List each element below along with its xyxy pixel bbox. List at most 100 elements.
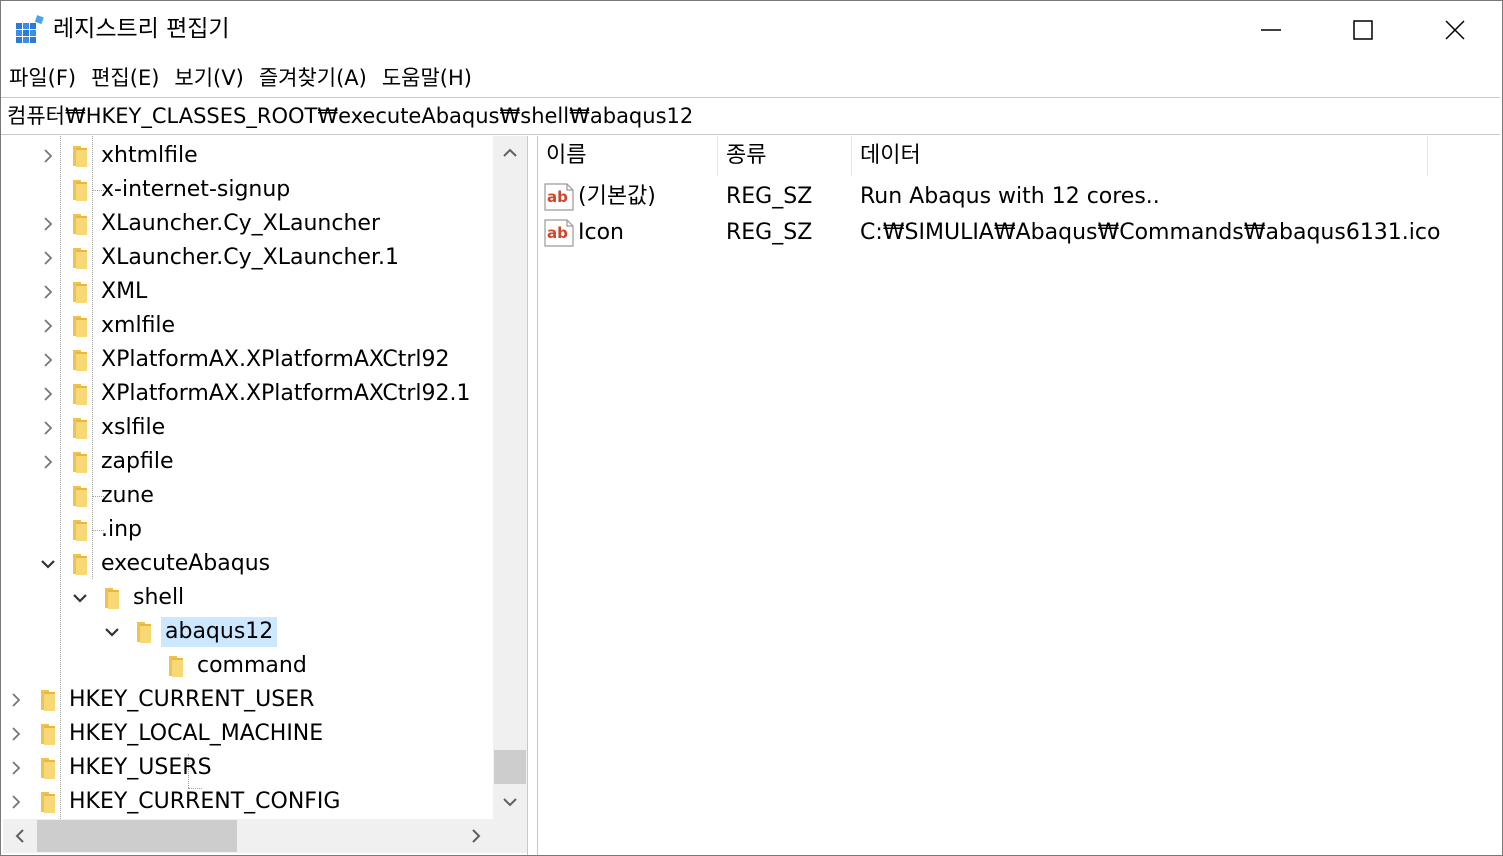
tree-item-label: HKEY_CURRENT_USER <box>69 687 315 712</box>
folder-icon <box>169 656 183 677</box>
tree-item[interactable]: HKEY_CURRENT_CONFIG <box>3 785 493 819</box>
tree-item[interactable]: command <box>3 649 493 683</box>
minimize-button[interactable] <box>1225 1 1317 59</box>
folder-icon <box>73 214 87 235</box>
tree-expander[interactable] <box>67 581 93 615</box>
minimize-icon <box>1261 29 1281 31</box>
tree-expander[interactable] <box>35 275 61 309</box>
tree-item[interactable]: xslfile <box>3 411 493 445</box>
tree-expander[interactable] <box>35 139 61 173</box>
column-header-type[interactable]: 종류 <box>718 136 852 176</box>
tree-item[interactable]: HKEY_CURRENT_USER <box>3 683 493 717</box>
chevron-right-icon <box>44 353 53 367</box>
title-bar[interactable]: 레지스트리 편집기 <box>1 1 1502 59</box>
tree-expander[interactable] <box>35 241 61 275</box>
tree-expander[interactable] <box>35 343 61 377</box>
chevron-right-icon <box>12 761 21 775</box>
tree-item[interactable]: HKEY_LOCAL_MACHINE <box>3 717 493 751</box>
close-button[interactable] <box>1409 1 1501 59</box>
tree-item[interactable]: XLauncher.Cy_XLauncher.1 <box>3 241 493 275</box>
tree-item-label: abaqus12 <box>161 617 278 647</box>
tree-expander[interactable] <box>35 377 61 411</box>
folder-icon <box>105 588 119 609</box>
chevron-left-icon <box>15 829 24 843</box>
tree-expander[interactable] <box>99 615 125 649</box>
folder-icon <box>73 452 87 473</box>
key-tree-pane: xhtmlfile x-internet-signup XLauncher.Cy_X… <box>3 136 528 855</box>
menu-favorites[interactable]: 즐겨찾기(A) <box>251 59 374 97</box>
tree-item[interactable]: x-internet-signup <box>3 173 493 207</box>
tree-expander[interactable] <box>3 683 29 717</box>
scroll-up-button[interactable] <box>493 138 527 168</box>
tree-expander[interactable] <box>35 309 61 343</box>
chevron-down-icon <box>105 628 119 637</box>
tree-expander[interactable] <box>35 445 61 479</box>
tree-item-label: shell <box>133 585 185 610</box>
column-header-data[interactable]: 데이터 <box>852 136 1428 176</box>
folder-icon <box>137 622 151 643</box>
svg-text:ab: ab <box>547 224 568 242</box>
folder-icon <box>73 520 87 541</box>
chevron-right-icon <box>12 693 21 707</box>
horizontal-scroll-thumb[interactable] <box>37 820 237 852</box>
value-row[interactable]: ab Icon REG_SZ C:₩SIMULIA₩Abaqus₩Command… <box>538 215 1498 251</box>
tree-item[interactable]: zune <box>3 479 493 513</box>
tree-item[interactable]: executeAbaqus <box>3 547 493 581</box>
folder-icon <box>73 282 87 303</box>
maximize-icon <box>1353 20 1373 40</box>
chevron-right-icon <box>44 251 53 265</box>
tree-expander[interactable] <box>35 207 61 241</box>
folder-icon <box>73 316 87 337</box>
registry-editor-window: 레지스트리 편집기 파일(F) 편집(E) 보기(V) 즐겨찾기(A) 도움말(… <box>0 0 1503 856</box>
folder-icon <box>73 350 87 371</box>
tree-vertical-scrollbar[interactable] <box>493 136 527 819</box>
tree-item[interactable]: HKEY_USERS <box>3 751 493 785</box>
vertical-scroll-thumb[interactable] <box>494 750 526 784</box>
tree-expander[interactable] <box>35 411 61 445</box>
tree-item[interactable]: abaqus12 <box>3 615 493 649</box>
tree-item[interactable]: XLauncher.Cy_XLauncher <box>3 207 493 241</box>
folder-icon <box>73 486 87 507</box>
tree-expander[interactable] <box>3 717 29 751</box>
menu-view[interactable]: 보기(V) <box>166 59 250 97</box>
tree-expander[interactable] <box>3 751 29 785</box>
address-path[interactable]: 컴퓨터₩HKEY_CLASSES_ROOT₩executeAbaqus₩shel… <box>7 100 693 132</box>
column-header-name[interactable]: 이름 <box>538 136 718 176</box>
tree-item[interactable]: XPlatformAX.XPlatformAXCtrl92.1 <box>3 377 493 411</box>
tree-item-label: xhtmlfile <box>101 143 198 168</box>
tree-item-label: XLauncher.Cy_XLauncher.1 <box>101 245 399 270</box>
chevron-down-icon <box>73 594 87 603</box>
menu-edit[interactable]: 편집(E) <box>83 59 166 97</box>
tree-item[interactable]: shell <box>3 581 493 615</box>
tree-item-label: xslfile <box>101 415 166 440</box>
tree-horizontal-scrollbar[interactable] <box>3 819 493 853</box>
folder-icon <box>73 384 87 405</box>
tree-item[interactable]: XML <box>3 275 493 309</box>
scroll-left-button[interactable] <box>5 819 35 853</box>
tree-item[interactable]: xhtmlfile <box>3 139 493 173</box>
tree-item[interactable]: XPlatformAX.XPlatformAXCtrl92 <box>3 343 493 377</box>
menu-file[interactable]: 파일(F) <box>1 59 83 97</box>
address-bar[interactable]: 컴퓨터₩HKEY_CLASSES_ROOT₩executeAbaqus₩shel… <box>1 97 1500 135</box>
chevron-right-icon <box>44 285 53 299</box>
tree-item[interactable]: zapfile <box>3 445 493 479</box>
tree-expander[interactable] <box>35 547 61 581</box>
tree-item[interactable]: xmlfile <box>3 309 493 343</box>
value-type: REG_SZ <box>726 220 813 245</box>
value-row[interactable]: ab (기본값) REG_SZ Run Abaqus with 12 cores… <box>538 179 1498 215</box>
scroll-right-button[interactable] <box>461 819 491 853</box>
tree-item[interactable]: .inp <box>3 513 493 547</box>
scroll-down-button[interactable] <box>493 787 527 817</box>
folder-icon <box>41 792 55 813</box>
tree-expander[interactable] <box>3 785 29 819</box>
chevron-right-icon <box>44 455 53 469</box>
tree-item-label: XML <box>101 279 148 304</box>
tree-item-label: command <box>197 653 307 678</box>
folder-icon <box>73 418 87 439</box>
value-data: C:₩SIMULIA₩Abaqus₩Commands₩abaqus6131.ic… <box>860 220 1441 245</box>
maximize-button[interactable] <box>1317 1 1409 59</box>
value-name: (기본값) <box>578 184 656 209</box>
menu-help[interactable]: 도움말(H) <box>374 59 479 97</box>
tree-item-label: zapfile <box>101 449 174 474</box>
folder-icon <box>73 180 87 201</box>
